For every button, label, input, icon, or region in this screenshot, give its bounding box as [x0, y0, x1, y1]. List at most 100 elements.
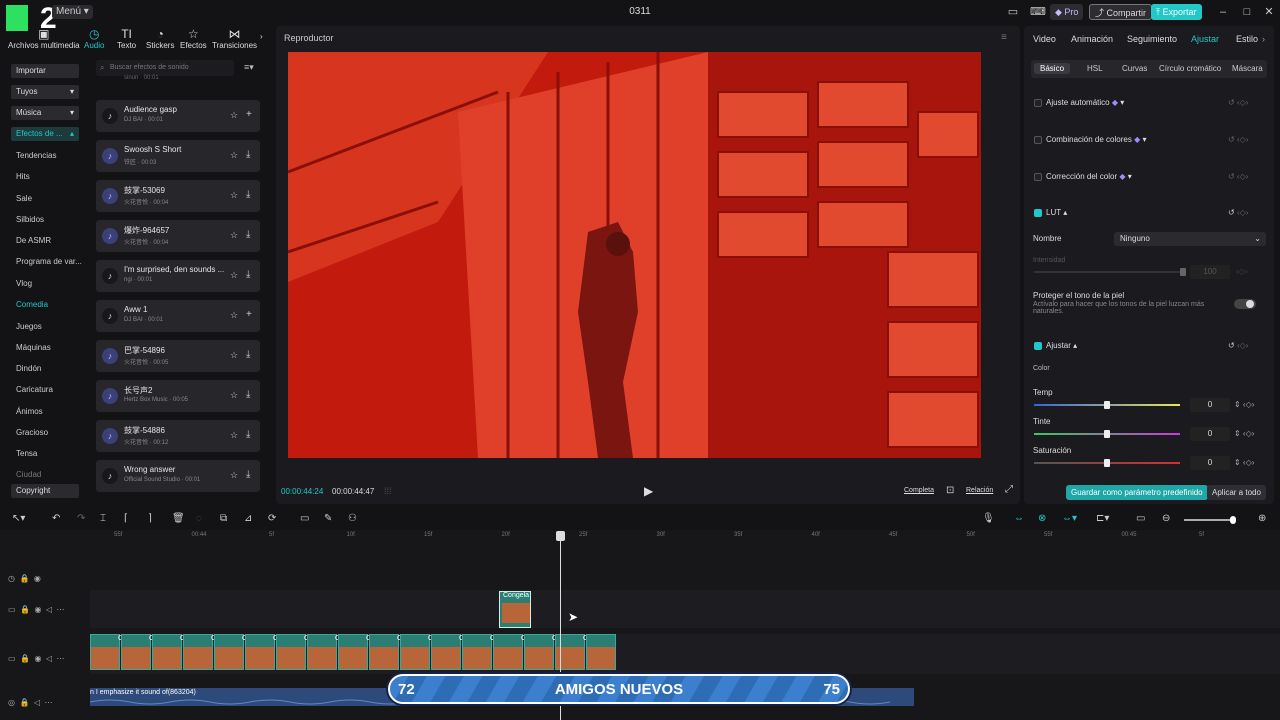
- tool-transitions[interactable]: ⋈ Transiciones: [212, 28, 257, 51]
- nav-item-comedy[interactable]: Comedia: [16, 300, 48, 309]
- nav-item-vlog[interactable]: Vlog: [16, 279, 32, 288]
- playhead-handle[interactable]: [556, 531, 565, 541]
- more-icon[interactable]: ⋯: [56, 654, 64, 663]
- mirror-icon[interactable]: ⊿: [244, 513, 252, 524]
- sfx-search-input[interactable]: Buscar efectos de sonido: [96, 60, 234, 76]
- tint-value[interactable]: 0: [1190, 427, 1230, 441]
- time-ruler[interactable]: 55f 00:44 5f 10f 15f 20f 25f 30f 35f 40f 45f 50f 55f…: [90, 530, 1280, 544]
- video-preview[interactable]: [288, 52, 981, 458]
- magnet-icon[interactable]: ⊗: [1038, 513, 1046, 524]
- freeze-icon[interactable]: ▭: [300, 513, 309, 524]
- more-icon[interactable]: ⋯: [56, 605, 64, 614]
- favorite-star-icon[interactable]: ☆: [230, 270, 238, 281]
- reset-icon[interactable]: ↺ ‹◇›: [1228, 135, 1248, 144]
- ratio-button[interactable]: Relación: [966, 487, 993, 494]
- sound-effects-button[interactable]: Efectos de ... ▴: [11, 127, 79, 141]
- nav-item-cartoon[interactable]: Caricatura: [16, 385, 53, 394]
- lut-name-select[interactable]: Ninguno ⌄: [1114, 232, 1266, 246]
- copyright-button[interactable]: Copyright: [11, 484, 79, 498]
- sound-effect-card[interactable]: ♪ 爆炸-964657 火花音悦 · 00:04 ☆ ⤓: [96, 220, 260, 252]
- audio-track-icon[interactable]: ◎: [8, 698, 15, 707]
- favorite-star-icon[interactable]: ☆: [230, 230, 238, 241]
- pro-button[interactable]: ◆ Pro: [1050, 4, 1084, 20]
- subtab-mask[interactable]: Máscara: [1226, 63, 1269, 74]
- share-button[interactable]: ⤴ Compartir: [1089, 4, 1153, 20]
- nav-item-moods[interactable]: Ánimos: [16, 407, 43, 416]
- tabs-more-icon[interactable]: ›: [1262, 34, 1265, 44]
- color-match-checkbox[interactable]: [1034, 136, 1042, 144]
- favorite-star-icon[interactable]: ☆: [230, 350, 238, 361]
- player-menu-icon[interactable]: ≡: [1001, 32, 1007, 43]
- favorite-star-icon[interactable]: ☆: [230, 390, 238, 401]
- favorite-star-icon[interactable]: ☆: [230, 430, 238, 441]
- tint-slider[interactable]: [1034, 430, 1180, 438]
- eye-icon[interactable]: ◉: [34, 574, 41, 583]
- rotate-icon[interactable]: ⟳: [268, 513, 276, 524]
- eye-icon[interactable]: ◉: [34, 605, 41, 614]
- favorite-star-icon[interactable]: ☆: [230, 310, 238, 321]
- tool-audio[interactable]: ◷ Audio: [84, 28, 104, 51]
- music-button[interactable]: Música ▾: [11, 106, 79, 120]
- track-icon[interactable]: ▭: [8, 605, 16, 614]
- subtab-curves[interactable]: Curvas: [1116, 63, 1153, 74]
- temp-slider[interactable]: [1034, 401, 1180, 409]
- delete-icon[interactable]: 🗑: [172, 513, 185, 524]
- video-clip[interactable]: [121, 634, 151, 670]
- nav-item-variety[interactable]: Programa de var...: [16, 257, 82, 266]
- nav-item-tense[interactable]: Tensa: [16, 449, 37, 458]
- save-preset-button[interactable]: Guardar como parámetro predefinido: [1066, 485, 1208, 500]
- sound-effect-card[interactable]: ♪ I'm surprised, den sounds ... ngi · 00:0…: [96, 260, 260, 292]
- subtab-color-wheel[interactable]: Círculo cromático: [1153, 63, 1227, 74]
- trim-left-icon[interactable]: ⌈: [124, 513, 128, 524]
- nav-item-whistles[interactable]: Silbidos: [16, 215, 44, 224]
- tool-media[interactable]: ▣ Archivos multimedia: [8, 28, 80, 51]
- shield-icon[interactable]: ◌: [196, 513, 202, 524]
- zoom-slider[interactable]: [1184, 516, 1236, 524]
- split-icon[interactable]: ⌶: [100, 513, 106, 524]
- waveform-icon[interactable]: ⁞⁞⁞: [384, 486, 392, 496]
- video-clip[interactable]: [369, 634, 399, 670]
- person-icon[interactable]: ⚇: [348, 513, 357, 524]
- auto-adjust-checkbox[interactable]: [1034, 99, 1042, 107]
- saturation-slider[interactable]: [1034, 459, 1180, 467]
- zoom-out-icon[interactable]: ⊖: [1162, 513, 1170, 524]
- tab-adjust[interactable]: Ajustar: [1191, 34, 1219, 44]
- video-clip[interactable]: [245, 634, 275, 670]
- tool-effects[interactable]: ☆ Efectos: [180, 28, 207, 51]
- color-correction-checkbox[interactable]: [1034, 173, 1042, 181]
- tool-stickers[interactable]: ◔ Stickers: [146, 28, 174, 51]
- favorite-star-icon[interactable]: ☆: [230, 150, 238, 161]
- reset-icon[interactable]: ↺ ‹◇›: [1228, 172, 1248, 181]
- lock-icon[interactable]: 🔒: [20, 654, 30, 663]
- download-icon[interactable]: ⤓: [246, 269, 250, 280]
- reset-icon[interactable]: ↺ ‹◇›: [1228, 341, 1248, 350]
- export-button[interactable]: ⤒ Exportar: [1151, 4, 1202, 20]
- nav-item-asmr[interactable]: De ASMR: [16, 236, 51, 245]
- trim-right-icon[interactable]: ⌉: [148, 513, 152, 524]
- overlay-clip[interactable]: Congela: [499, 591, 531, 628]
- video-clip[interactable]: [462, 634, 492, 670]
- tab-style[interactable]: Estilo: [1236, 34, 1258, 44]
- favorite-star-icon[interactable]: ☆: [230, 110, 238, 121]
- subtab-basic[interactable]: Básico: [1034, 63, 1071, 74]
- toolbar-more-icon[interactable]: ›: [260, 32, 263, 41]
- sound-effect-card[interactable]: ♪ 巴掌-54896 火花音悦 · 00:05 ☆ ⤓: [96, 340, 260, 372]
- favorite-star-icon[interactable]: ☆: [230, 470, 238, 481]
- link-main-icon[interactable]: ⇔: [1014, 513, 1024, 524]
- lock-icon[interactable]: 🔒: [19, 574, 29, 583]
- caption-icon[interactable]: ▭: [1136, 513, 1145, 524]
- filter-icon[interactable]: ≡▾: [244, 62, 254, 73]
- nav-item-trending[interactable]: Tendencias: [16, 151, 56, 160]
- video-clip[interactable]: [276, 634, 306, 670]
- nav-item-games[interactable]: Juegos: [16, 322, 42, 331]
- more-icon[interactable]: ⋯: [44, 698, 52, 707]
- favorite-star-icon[interactable]: ☆: [230, 190, 238, 201]
- temp-value[interactable]: 0: [1190, 398, 1230, 412]
- speaker-icon[interactable]: ◁: [46, 605, 52, 614]
- shortcut-icon[interactable]: ⌨: [1030, 5, 1046, 19]
- sound-effect-card[interactable]: ♪ 长号声2 Hertz Box Music · 00:05 ☆ ⤓: [96, 380, 260, 412]
- nav-item-funny[interactable]: Gracioso: [16, 428, 48, 437]
- lock-icon[interactable]: 🔒: [20, 605, 30, 614]
- overlay-track[interactable]: [90, 590, 1280, 628]
- add-icon[interactable]: +: [246, 109, 252, 120]
